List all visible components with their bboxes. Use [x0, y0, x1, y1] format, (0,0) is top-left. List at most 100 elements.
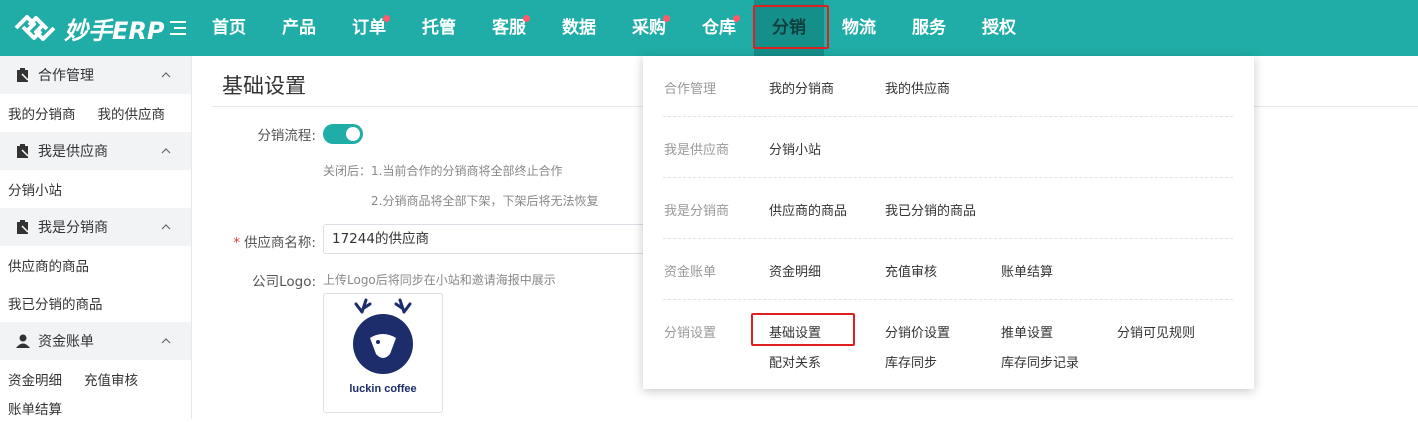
nav-label: 分销: [772, 18, 806, 38]
nav-item-customer-service[interactable]: 客服: [474, 0, 544, 56]
notification-dot: [663, 15, 670, 22]
sidebar-links-funds: 资金明细 充值审核: [0, 360, 191, 398]
dropdown-category-settings: 分销设置: [664, 326, 717, 341]
sidebar-item-fund-details[interactable]: 资金明细: [8, 369, 62, 389]
flow-hint-2: 2.分销商品将全部下架，下架后将无法恢复: [371, 194, 599, 208]
sidebar-links-supplier: 分销小站: [0, 170, 191, 208]
sidebar-group-funds[interactable]: 资金账单: [0, 322, 191, 360]
sidebar-item-distribution-station[interactable]: 分销小站: [8, 179, 62, 199]
sidebar-group-label: 我是供应商: [38, 144, 108, 160]
nav-item-logistics[interactable]: 物流: [824, 0, 894, 56]
sidebar-group-supplier[interactable]: 我是供应商: [0, 132, 191, 170]
chevron-up-icon: [161, 72, 171, 78]
sidebar-item-my-distributors[interactable]: 我的分销商: [8, 103, 76, 123]
sidebar-group-label: 合作管理: [38, 68, 94, 84]
flow-hint-1: 关闭后：1.当前合作的分销商将全部终止合作: [323, 164, 563, 178]
nav-label: 客服: [492, 18, 526, 38]
company-logo-label: 公司Logo:: [252, 274, 316, 290]
menu-item-fund-details[interactable]: 资金明细: [769, 261, 821, 280]
dropdown-category-cooperation: 合作管理: [664, 82, 717, 97]
nav-item-purchase[interactable]: 采购: [614, 0, 684, 56]
menu-item-my-distributors[interactable]: 我的分销商: [769, 78, 834, 97]
dropdown-category-supplier: 我是供应商: [664, 143, 730, 158]
dropdown-category-distributor: 我是分销商: [664, 204, 730, 219]
sidebar-item-my-suppliers[interactable]: 我的供应商: [98, 103, 166, 123]
user-icon: [16, 334, 30, 348]
sidebar-item-recharge-review[interactable]: 充值审核: [84, 369, 138, 389]
menu-item-supplier-products[interactable]: 供应商的商品: [769, 200, 847, 219]
nav-item-order[interactable]: 订单: [334, 0, 404, 56]
chevron-up-icon: [161, 338, 171, 344]
menu-item-distribution-station[interactable]: 分销小站: [769, 139, 821, 158]
logo-hint: 上传Logo后将同步在小站和邀请海报中展示: [323, 273, 556, 287]
nav-label: 授权: [982, 18, 1016, 38]
menu-item-basic-settings[interactable]: 基础设置: [769, 322, 821, 341]
sidebar-item-my-distributed-products[interactable]: 我已分销的商品: [0, 284, 191, 322]
distribution-dropdown-menu: 合作管理 我的分销商 我的供应商 我是供应商 分销小站 我是分销商 供应商的商品…: [643, 56, 1254, 389]
sidebar-group-label: 资金账单: [38, 334, 94, 350]
nav-label: 首页: [212, 18, 246, 38]
supplier-name-label: * 供应商名称:: [186, 231, 316, 251]
nav-item-service[interactable]: 服务: [894, 0, 964, 56]
dropdown-divider: [663, 238, 1233, 239]
menu-item-pairing-relations[interactable]: 配对关系: [769, 352, 821, 371]
nav-label: 仓库: [702, 18, 736, 38]
menu-item-my-suppliers[interactable]: 我的供应商: [885, 78, 950, 97]
clipboard-icon: [17, 144, 29, 158]
nav-label: 产品: [282, 18, 316, 38]
sidebar-item-label: 供应商的商品: [8, 259, 89, 275]
sidebar-item-label: 账单结算: [8, 402, 62, 418]
app-logo[interactable]: 妙手ERP: [12, 10, 164, 46]
supplier-name-label-text: 供应商名称:: [243, 235, 316, 251]
sidebar-group-cooperation[interactable]: 合作管理: [0, 56, 191, 94]
sidebar-group-distributor[interactable]: 我是分销商: [0, 208, 191, 246]
top-bar: 妙手ERP 首页 产品 订单 托管 客服 数据 采购 仓库 分销 物流 服务 授…: [0, 0, 1418, 56]
sidebar-item-label: 我已分销的商品: [8, 297, 103, 313]
sidebar: 合作管理 我的分销商 我的供应商 我是供应商 分销小站 我是分销商 供应商的商品…: [0, 56, 192, 419]
menu-item-inventory-sync[interactable]: 库存同步: [885, 352, 937, 371]
menu-item-distribution-price-settings[interactable]: 分销价设置: [885, 322, 950, 341]
clipboard-icon: [17, 220, 29, 234]
menu-toggle-icon[interactable]: [170, 21, 186, 35]
nav-item-distribution[interactable]: 分销: [754, 0, 824, 56]
chevron-up-icon: [161, 224, 171, 230]
dropdown-divider: [663, 177, 1233, 178]
nav-item-authorization[interactable]: 授权: [964, 0, 1034, 56]
menu-item-recharge-review[interactable]: 充值审核: [885, 261, 937, 280]
chevron-up-icon: [161, 148, 171, 154]
company-logo-upload[interactable]: luckin coffee: [323, 293, 443, 413]
supplier-name-input[interactable]: 17244的供应商: [323, 224, 653, 254]
nav-item-product[interactable]: 产品: [264, 0, 334, 56]
dropdown-category-funds: 资金账单: [664, 265, 717, 280]
nav-item-home[interactable]: 首页: [194, 0, 264, 56]
menu-item-push-order-settings[interactable]: 推单设置: [1001, 322, 1053, 341]
sidebar-item-supplier-products[interactable]: 供应商的商品: [0, 246, 191, 284]
luckin-coffee-logo: luckin coffee: [349, 298, 417, 395]
clipboard-icon: [17, 68, 29, 82]
nav-label: 托管: [422, 18, 456, 38]
main-nav: 首页 产品 订单 托管 客服 数据 采购 仓库 分销 物流 服务 授权: [194, 0, 1034, 56]
nav-item-warehouse[interactable]: 仓库: [684, 0, 754, 56]
flow-label: 分销流程:: [257, 128, 316, 144]
menu-item-bill-settlement[interactable]: 账单结算: [1001, 261, 1053, 280]
notification-dot: [383, 15, 390, 22]
notification-dot: [733, 15, 740, 22]
distribution-flow-toggle[interactable]: [323, 124, 363, 144]
nav-label: 采购: [632, 18, 666, 38]
logo-brand-text: luckin coffee: [349, 383, 416, 395]
dropdown-divider: [663, 299, 1233, 300]
notification-dot: [523, 15, 530, 22]
menu-item-visibility-rules[interactable]: 分销可见规则: [1117, 322, 1195, 341]
menu-item-inventory-sync-log[interactable]: 库存同步记录: [1001, 352, 1079, 371]
nav-label: 订单: [352, 18, 386, 38]
nav-item-hosting[interactable]: 托管: [404, 0, 474, 56]
page-title: 基础设置: [222, 74, 306, 98]
sidebar-item-bill-settlement[interactable]: 账单结算: [0, 398, 191, 422]
sidebar-links-cooperation: 我的分销商 我的供应商: [0, 94, 191, 132]
nav-label: 数据: [562, 18, 596, 38]
menu-item-my-distributed-products[interactable]: 我已分销的商品: [885, 200, 976, 219]
nav-item-data[interactable]: 数据: [544, 0, 614, 56]
required-mark: *: [233, 235, 240, 251]
nav-label: 服务: [912, 18, 946, 38]
nav-label: 物流: [842, 18, 876, 38]
